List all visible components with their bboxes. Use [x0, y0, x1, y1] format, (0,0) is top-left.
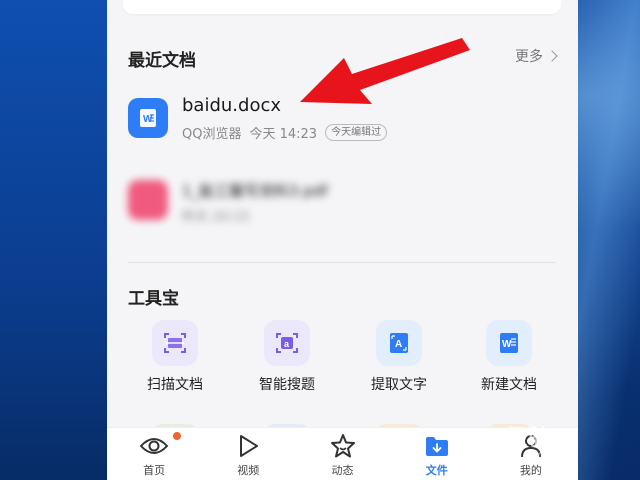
- tool-label: 扫描文档: [147, 377, 203, 393]
- top-card: [123, 0, 561, 14]
- watermark-url: jingyan.baidu.com: [490, 450, 571, 461]
- tool-extract-text[interactable]: A 提取文字: [344, 320, 454, 394]
- star-icon: [330, 434, 355, 458]
- smart-search-icon: a: [264, 320, 310, 366]
- svg-text:A: A: [395, 339, 402, 350]
- section-divider: [128, 262, 556, 263]
- tool-smart-search[interactable]: a 智能搜题: [232, 320, 342, 394]
- more-link[interactable]: 更多: [515, 46, 558, 66]
- tab-label: 视频: [237, 464, 260, 477]
- folder-download-icon: [425, 437, 448, 456]
- file-meta: QQ浏览器 今天 14:23 今天编辑过: [182, 123, 388, 142]
- eye-icon: [139, 438, 169, 454]
- extract-text-icon: A: [376, 320, 422, 366]
- file-name: 1_能工醫写资料3.pdf: [182, 182, 328, 200]
- word-doc-icon: W: [128, 98, 168, 138]
- new-doc-icon: W: [486, 320, 532, 366]
- file-time: 今天 14:23: [249, 127, 318, 142]
- file-source: QQ浏览器: [182, 127, 242, 142]
- recent-docs-title: 最近文档: [128, 51, 196, 71]
- recent-file-row-blurred[interactable]: 1_能工醫写资料3.pdf 昨天 20:15: [128, 180, 558, 230]
- tool-label: 提取文字: [371, 377, 427, 393]
- svg-text:W: W: [502, 339, 512, 350]
- recent-file-row[interactable]: W baidu.docx QQ浏览器 今天 14:23 今天编辑过: [128, 95, 558, 148]
- tool-scan[interactable]: 扫描文档: [120, 320, 230, 394]
- tools-title: 工具宝: [128, 289, 179, 309]
- phone-screen: 最近文档 更多 W baidu.docx QQ浏览器 今天 14:23 今天编辑…: [107, 0, 578, 480]
- pdf-doc-icon: [128, 180, 168, 220]
- watermark-brand: Bai经验: [468, 425, 552, 450]
- file-name: baidu.docx: [182, 95, 281, 116]
- notification-dot: [173, 432, 181, 440]
- tab-label: 首页: [143, 464, 166, 477]
- svg-text:W: W: [143, 114, 153, 125]
- edited-badge: 今天编辑过: [325, 124, 388, 141]
- tab-video[interactable]: 视频: [201, 428, 295, 480]
- more-label: 更多: [515, 49, 543, 65]
- tab-home[interactable]: 首页: [107, 428, 201, 480]
- tool-label: 智能搜题: [259, 377, 315, 393]
- scan-icon: [152, 320, 198, 366]
- tab-feed[interactable]: 动态: [295, 428, 389, 480]
- tab-label: 文件: [425, 464, 448, 477]
- tab-label: 动态: [331, 464, 354, 477]
- file-meta: 昨天 20:15: [182, 210, 250, 225]
- tab-label: 我的: [519, 464, 542, 477]
- play-icon: [240, 435, 259, 457]
- tool-new-doc[interactable]: W 新建文档: [454, 320, 564, 394]
- chevron-right-icon: [546, 50, 558, 62]
- tool-label: 新建文档: [481, 377, 537, 393]
